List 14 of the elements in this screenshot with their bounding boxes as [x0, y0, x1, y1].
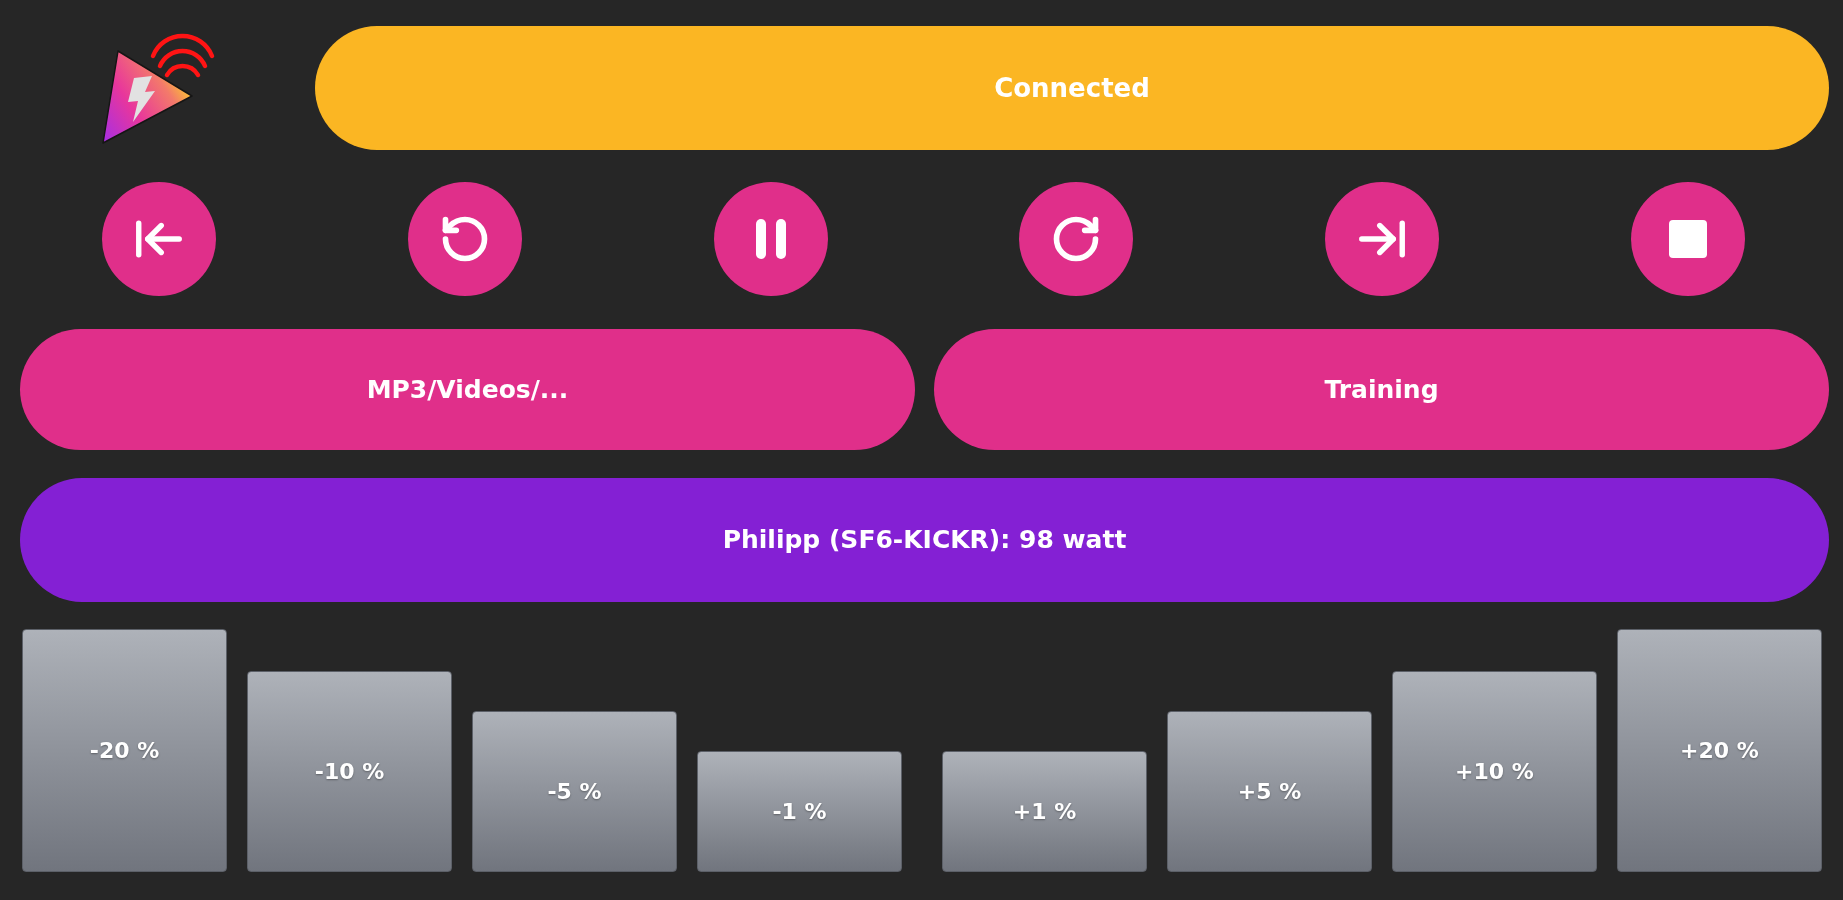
status-bar: Connected	[315, 26, 1829, 150]
adjust-button[interactable]: +10 %	[1392, 671, 1597, 872]
pause-icon	[753, 218, 788, 260]
adjust-button[interactable]: -10 %	[247, 671, 452, 872]
adjust-button[interactable]: -20 %	[22, 629, 227, 872]
adjust-button[interactable]: +20 %	[1617, 629, 1822, 872]
adjust-button[interactable]: -5 %	[472, 711, 677, 872]
stop-icon	[1669, 220, 1707, 258]
power-bar: Philipp (SF6-KICKR): 98 watt	[20, 478, 1829, 602]
adjust-button[interactable]: +5 %	[1167, 711, 1372, 872]
media-button[interactable]: Training	[934, 329, 1829, 450]
adjust-button[interactable]: +1 %	[942, 751, 1147, 872]
adjust-button[interactable]: -1 %	[697, 751, 902, 872]
media-button[interactable]: MP3/Videos/...	[20, 329, 915, 450]
